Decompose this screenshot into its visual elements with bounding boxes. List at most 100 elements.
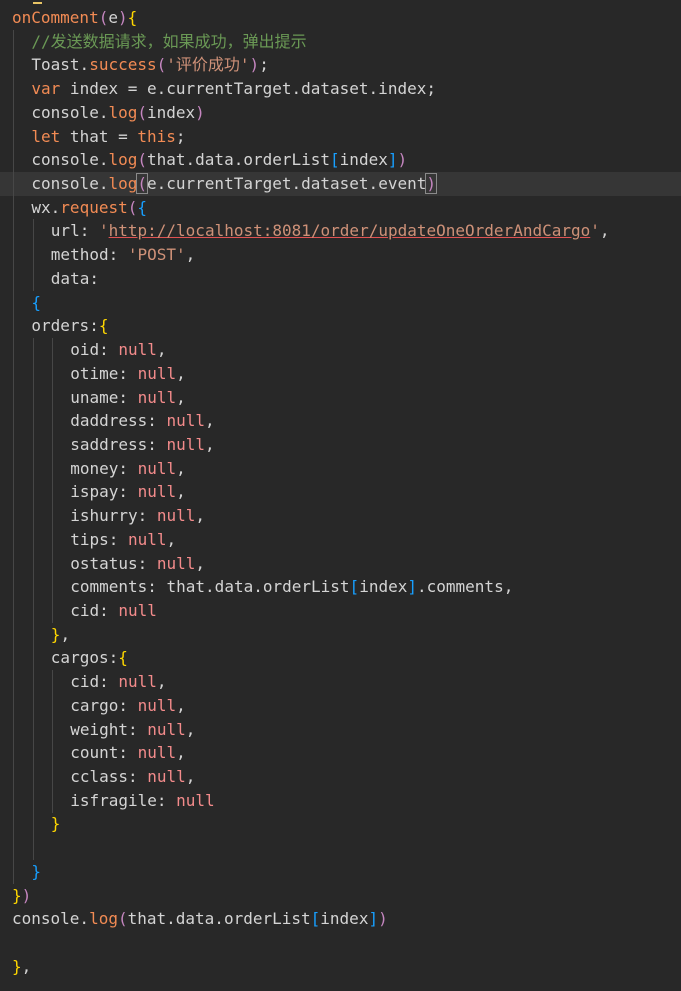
indent-guide <box>52 385 53 410</box>
code-line[interactable]: }, <box>0 622 681 647</box>
code-token: wx. <box>31 197 61 217</box>
code-line[interactable]: Toast.success('评价成功'); <box>0 53 681 78</box>
indent-guide <box>32 693 34 718</box>
code-token: index <box>147 102 196 122</box>
code-token: ) <box>117 8 128 27</box>
code-text: comments: that.data.orderList[index].com… <box>70 575 513 599</box>
code-token: orders: <box>31 316 99 336</box>
code-line[interactable]: count: null, <box>0 741 681 766</box>
code-line[interactable]: otime: null, <box>0 361 681 386</box>
code-line[interactable]: console.log(that.data.orderList[index]) <box>0 148 681 173</box>
code-line[interactable]: } <box>0 812 681 837</box>
code-line[interactable]: cclass: null, <box>0 765 681 790</box>
indent-guide <box>52 788 53 813</box>
code-line[interactable]: ispay: null, <box>0 480 681 505</box>
code-line[interactable]: wx.request({ <box>0 195 681 220</box>
code-token: } <box>31 861 42 881</box>
code-line[interactable] <box>0 931 681 955</box>
code-token: cid: <box>70 601 119 620</box>
code-line[interactable]: saddress: null, <box>0 432 681 457</box>
indent-guide <box>52 575 53 600</box>
indent-guide <box>13 765 14 790</box>
code-line[interactable]: oid: null, <box>0 338 681 363</box>
indent-guide <box>13 432 14 457</box>
code-line[interactable]: { <box>0 290 681 315</box>
code-line[interactable]: }, <box>0 955 681 979</box>
code-token: 'POST' <box>127 245 186 265</box>
indent-guide <box>52 551 53 576</box>
code-line[interactable]: ishurry: null, <box>0 504 681 529</box>
code-line[interactable]: method: 'POST', <box>0 243 681 268</box>
indent-guide <box>13 195 14 220</box>
code-line[interactable]: comments: that.data.orderList[index].com… <box>0 575 681 600</box>
code-text: ostatus: null, <box>70 552 205 576</box>
code-token: ) <box>378 909 388 929</box>
code-line[interactable]: data: <box>0 266 681 291</box>
code-line[interactable]: }) <box>0 884 681 908</box>
indent-guide <box>13 409 14 434</box>
code-text: cargo: null, <box>70 694 186 718</box>
code-line[interactable]: weight: null, <box>0 717 681 742</box>
code-line[interactable]: } <box>0 859 681 884</box>
code-line[interactable]: money: null, <box>0 456 681 481</box>
code-token: otime: <box>70 363 138 383</box>
code-line[interactable]: ostatus: null, <box>0 551 681 576</box>
indent-guide <box>52 741 53 766</box>
code-token: cargos: <box>50 648 119 668</box>
code-line[interactable]: //发送数据请求，如果成功，弹出提示 <box>0 29 681 54</box>
code-text: url: 'http://localhost:8081/order/update… <box>51 219 610 243</box>
indent-guide <box>32 741 34 766</box>
indent-guide <box>13 338 14 363</box>
code-text: method: 'POST', <box>51 243 196 267</box>
code-token: console. <box>31 150 109 170</box>
code-token: , <box>599 221 610 241</box>
code-line[interactable]: cid: null, <box>0 670 681 695</box>
code-token: null <box>118 601 157 620</box>
code-line[interactable]: var index = e.currentTarget.dataset.inde… <box>0 77 681 102</box>
code-line[interactable]: cid: null <box>0 599 681 623</box>
code-line[interactable]: orders:{ <box>0 314 681 339</box>
code-token: Toast. <box>31 55 90 75</box>
indent-guide <box>52 717 53 742</box>
indent-guide <box>32 456 34 481</box>
code-token: index <box>320 909 369 929</box>
code-text: wx.request({ <box>31 196 147 220</box>
indent-guide <box>52 480 53 505</box>
code-line[interactable]: console.log(that.data.orderList[index]) <box>0 907 681 931</box>
indent-guide <box>32 504 34 529</box>
code-line[interactable] <box>0 836 681 861</box>
code-line[interactable]: daddress: null, <box>0 409 681 434</box>
code-token: ( <box>117 909 128 929</box>
code-line[interactable]: onComment(e){ <box>0 6 681 30</box>
code-token: comments: that.data.orderList <box>70 577 350 597</box>
indent-guide <box>52 456 53 481</box>
code-token: null <box>166 411 206 431</box>
code-token: ' <box>590 221 600 241</box>
indent-guide <box>13 77 14 102</box>
code-text: orders:{ <box>31 314 108 338</box>
code-line[interactable]: console.log(e.currentTarget.dataset.even… <box>0 172 681 197</box>
code-token: ] <box>407 577 417 597</box>
code-line[interactable]: let that = this; <box>0 124 681 149</box>
code-line[interactable]: console.log(index) <box>0 100 681 125</box>
code-line[interactable]: uname: null, <box>0 385 681 410</box>
code-line[interactable]: cargos:{ <box>0 646 681 671</box>
code-text: cargos:{ <box>51 646 128 670</box>
code-text: cid: null <box>70 599 157 623</box>
indent-guide <box>52 432 53 457</box>
code-text: Toast.success('评价成功'); <box>31 53 268 77</box>
code-token: null <box>137 743 177 763</box>
code-line[interactable]: tips: null, <box>0 527 681 552</box>
indent-guide <box>32 575 34 600</box>
code-line[interactable]: isfragile: null <box>0 788 681 813</box>
indent-guide <box>52 361 53 386</box>
code-line[interactable]: cargo: null, <box>0 693 681 718</box>
indent-guide <box>13 148 14 173</box>
code-token: cclass: <box>70 767 148 787</box>
code-token: log <box>108 102 138 122</box>
code-line[interactable]: url: 'http://localhost:8081/order/update… <box>0 219 681 244</box>
code-token: null <box>137 695 177 715</box>
code-editor[interactable]: onComment(e){//发送数据请求，如果成功，弹出提示 Toast.suc… <box>0 0 681 991</box>
indent-guide <box>13 124 14 149</box>
code-token: , <box>185 719 196 739</box>
